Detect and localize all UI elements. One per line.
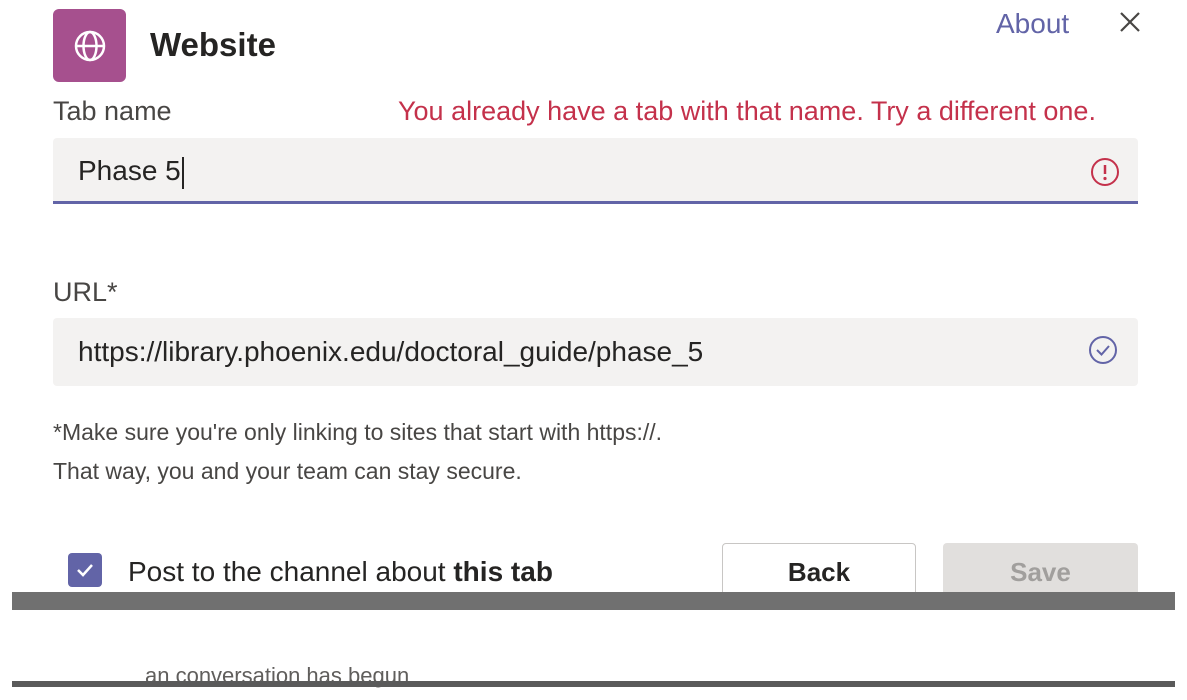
tab-name-label: Tab name xyxy=(53,96,172,126)
text-caret xyxy=(181,156,184,189)
post-to-channel-checkbox[interactable] xyxy=(68,553,102,587)
url-label: URL* xyxy=(53,277,118,307)
checkmark-icon xyxy=(77,564,93,577)
close-button[interactable] xyxy=(1116,8,1144,36)
url-input[interactable]: https://library.phoenix.edu/doctoral_gui… xyxy=(53,318,1138,386)
dialog-title: Website xyxy=(150,26,276,63)
error-icon xyxy=(1090,157,1120,187)
check-circle-icon xyxy=(1088,335,1118,365)
security-note-line1: *Make sure you're only linking to sites … xyxy=(53,419,663,445)
about-link[interactable]: About xyxy=(996,8,1069,40)
app-icon xyxy=(53,9,126,82)
divider-line xyxy=(12,681,1175,687)
tab-name-value: Phase 5 xyxy=(78,155,184,189)
divider-bar xyxy=(12,592,1175,610)
globe-icon xyxy=(74,30,105,61)
tab-name-input[interactable]: Phase 5 xyxy=(53,138,1138,204)
url-value: https://library.phoenix.edu/doctoral_gui… xyxy=(78,336,704,367)
close-icon xyxy=(1120,12,1140,32)
tab-name-error: You already have a tab with that name. T… xyxy=(398,96,1096,126)
post-to-channel-label: Post to the channel about this tab xyxy=(128,556,553,587)
security-note-line2: That way, you and your team can stay sec… xyxy=(53,458,522,484)
